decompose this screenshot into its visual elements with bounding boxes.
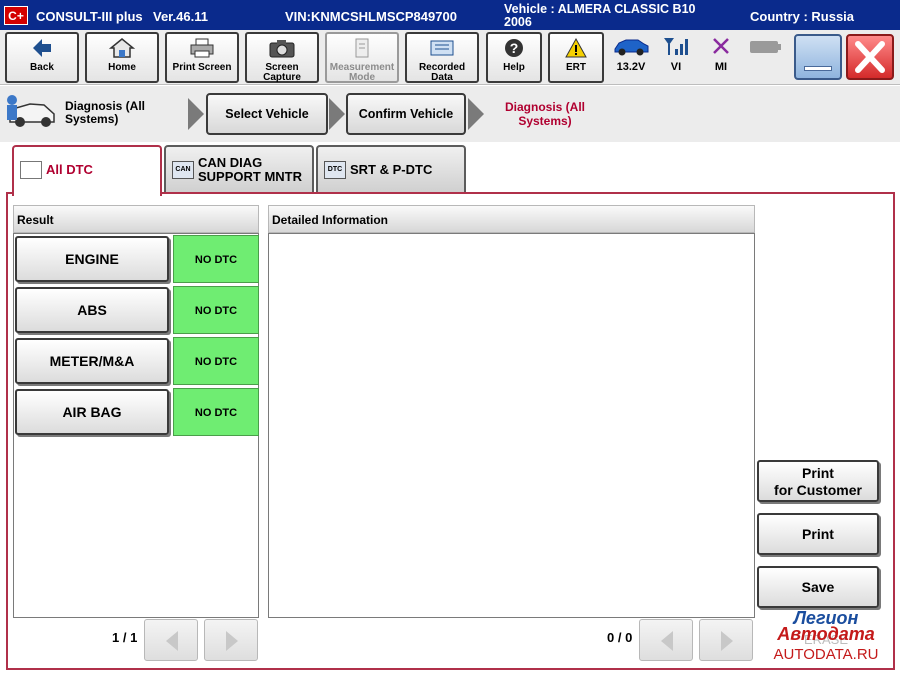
app-version: Ver.46.11 xyxy=(153,9,208,24)
dtc-status-airbag: NO DTC xyxy=(173,388,259,436)
select-vehicle-button[interactable]: Select Vehicle xyxy=(206,93,328,135)
signal-icon xyxy=(654,35,698,61)
vi-indicator: VI xyxy=(654,35,698,73)
vehicle-label: Vehicle : ALMERA CLASSIC B10 2006 xyxy=(504,2,696,29)
detail-next-button[interactable] xyxy=(699,619,753,661)
close-icon xyxy=(848,41,892,82)
tab-can-diag-label-1: CAN DIAG xyxy=(198,155,263,170)
watermark-line-2: Автодата xyxy=(777,624,875,644)
country-label: Country : Russia xyxy=(750,9,855,24)
tab-all-dtc[interactable]: All DTC xyxy=(12,145,162,196)
toolbar: Back Home Print Screen Screen Capture Me… xyxy=(0,30,900,85)
result-page-indicator: 1 / 1 xyxy=(112,630,138,645)
detail-list[interactable] xyxy=(268,233,755,618)
tab-can-diag-label-2: SUPPORT MNTR xyxy=(198,169,302,184)
warning-icon xyxy=(550,37,602,63)
result-prev-button[interactable] xyxy=(144,619,198,661)
save-button[interactable]: Save xyxy=(757,566,879,608)
svg-text:?: ? xyxy=(510,40,519,56)
dtc-status-engine: NO DTC xyxy=(173,235,259,283)
tab-srt-label: SRT & P-DTC xyxy=(350,162,433,177)
recorded-data-button[interactable]: Recorded Data xyxy=(405,32,479,83)
print-customer-label-1: Print xyxy=(802,465,834,481)
title-bar: C+ CONSULT-III plus Ver.46.11 VIN:KNMCSH… xyxy=(0,0,900,30)
measurement-mode-button[interactable]: Measurement Mode xyxy=(325,32,399,83)
all-dtc-icon xyxy=(20,161,42,179)
battery-level-indicator xyxy=(744,36,788,62)
breadcrumb-current: Diagnosis (All Systems) xyxy=(65,99,146,126)
system-button-meter[interactable]: METER/M&A xyxy=(15,338,169,384)
result-header: Result xyxy=(13,205,259,233)
breadcrumb-active-step: Diagnosis (All Systems) xyxy=(504,100,585,128)
print-for-customer-button[interactable]: Print for Customer xyxy=(757,460,879,502)
detail-header: Detailed Information xyxy=(268,205,755,233)
battery-icon xyxy=(744,36,788,62)
watermark: ERASE Легион Автодата AUTODATA.RU xyxy=(764,608,888,666)
detail-prev-button[interactable] xyxy=(639,619,693,661)
help-label: Help xyxy=(503,62,525,73)
car-icon xyxy=(609,35,653,61)
mi-indicator: MI xyxy=(699,35,743,73)
tab-srt-p-dtc[interactable]: DTC SRT & P-DTC xyxy=(316,145,466,193)
screen-capture-button[interactable]: Screen Capture xyxy=(245,32,319,83)
breadcrumb: Diagnosis (All Systems) Select Vehicle C… xyxy=(0,86,900,142)
measurement-icon xyxy=(327,37,397,63)
app-name: CONSULT-III plus xyxy=(36,9,143,24)
camera-icon xyxy=(247,37,317,63)
breadcrumb-arrow-icon xyxy=(188,98,204,130)
close-button[interactable] xyxy=(846,34,894,80)
vi-label: VI xyxy=(670,61,682,73)
breadcrumb-arrow-icon xyxy=(329,98,345,130)
print-screen-label: Print Screen xyxy=(172,62,232,73)
home-icon xyxy=(87,37,157,63)
mi-label: MI xyxy=(714,61,728,73)
ert-button[interactable]: ERT xyxy=(548,32,604,83)
print-screen-button[interactable]: Print Screen xyxy=(165,32,239,83)
print-button[interactable]: Print xyxy=(757,513,879,555)
breadcrumb-arrow-icon xyxy=(468,98,484,130)
result-next-button[interactable] xyxy=(204,619,258,661)
battery-voltage-indicator: 13.2V xyxy=(609,35,653,73)
confirm-vehicle-button[interactable]: Confirm Vehicle xyxy=(346,93,466,135)
detail-page-indicator: 0 / 0 xyxy=(607,630,633,645)
back-label: Back xyxy=(30,62,54,73)
system-button-airbag[interactable]: AIR BAG xyxy=(15,389,169,435)
cross-icon xyxy=(699,35,743,61)
minimize-icon xyxy=(804,66,832,71)
ert-label: ERT xyxy=(566,62,586,73)
dtc-status-meter: NO DTC xyxy=(173,337,259,385)
back-button[interactable]: Back xyxy=(5,32,79,83)
help-button[interactable]: ? Help xyxy=(486,32,542,83)
screen-capture-label-2: Capture xyxy=(263,72,301,83)
recorded-label-2: Data xyxy=(431,72,453,83)
tab-all-dtc-label: All DTC xyxy=(46,162,93,177)
print-customer-label-2: for Customer xyxy=(774,482,862,498)
chevron-right-icon xyxy=(721,631,733,651)
help-icon: ? xyxy=(488,37,540,63)
system-button-abs[interactable]: ABS xyxy=(15,287,169,333)
home-button[interactable]: Home xyxy=(85,32,159,83)
system-button-engine[interactable]: ENGINE xyxy=(15,236,169,282)
printer-icon xyxy=(167,37,237,63)
vin-label: VIN:KNMCSHLMSCP849700 xyxy=(285,9,457,24)
home-label: Home xyxy=(108,62,136,73)
back-arrow-icon xyxy=(7,37,77,63)
recorded-data-icon xyxy=(407,37,477,63)
app-logo: C+ xyxy=(4,6,28,25)
minimize-button[interactable] xyxy=(794,34,842,80)
diagnosis-car-icon xyxy=(4,92,58,132)
tab-can-diag[interactable]: CAN CAN DIAG SUPPORT MNTR xyxy=(164,145,314,193)
chevron-right-icon xyxy=(226,631,238,651)
dtc-icon: DTC xyxy=(324,161,346,179)
chevron-left-icon xyxy=(166,631,178,651)
measurement-label-2: Mode xyxy=(348,72,376,83)
battery-voltage-label: 13.2V xyxy=(616,61,646,73)
dtc-status-abs: NO DTC xyxy=(173,286,259,334)
can-icon: CAN xyxy=(172,161,194,179)
chevron-left-icon xyxy=(661,631,673,651)
watermark-line-3: AUTODATA.RU xyxy=(773,646,879,663)
result-list[interactable]: ENGINE NO DTC ABS NO DTC METER/M&A NO DT… xyxy=(13,233,259,618)
